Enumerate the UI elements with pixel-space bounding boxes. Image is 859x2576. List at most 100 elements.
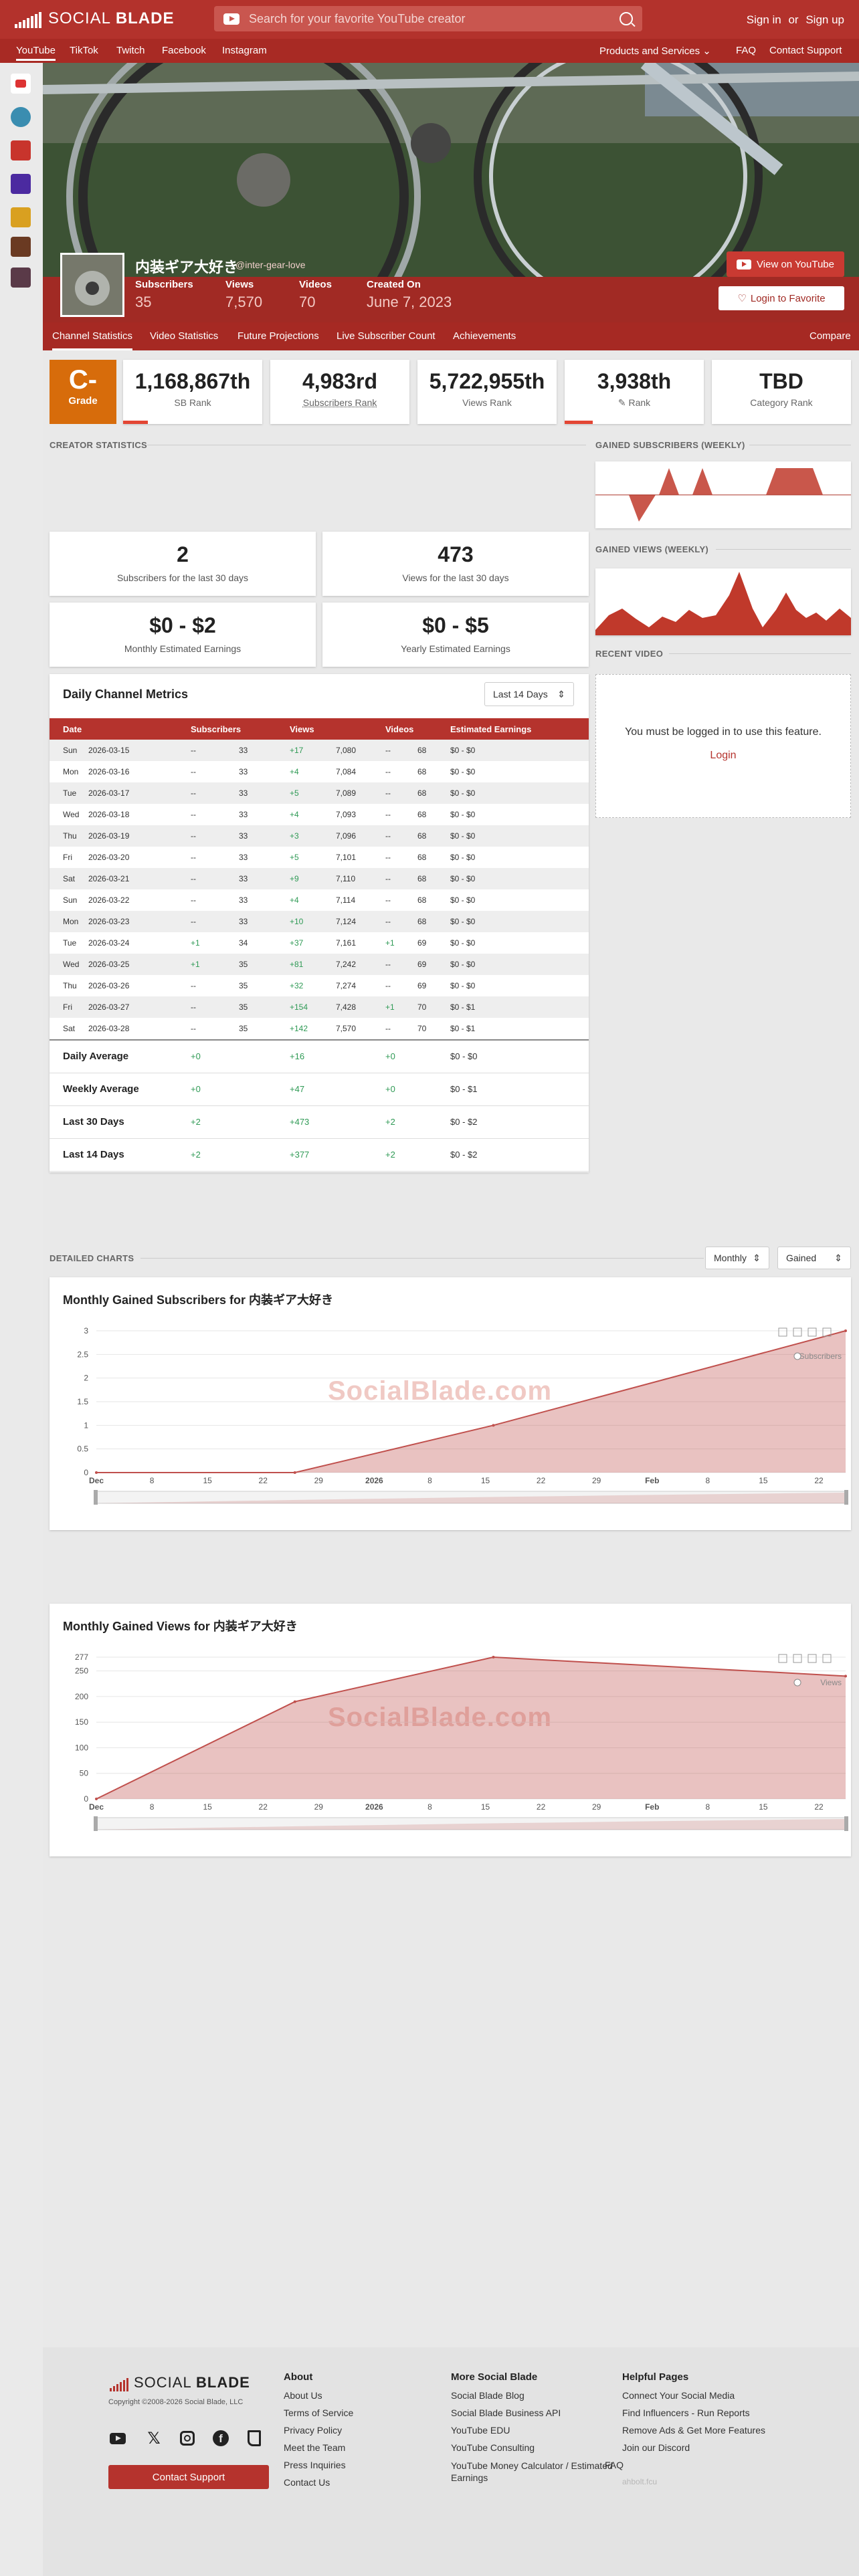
table-row: Sat 2026-03-28 -- 35 +142 7,570 -- 70 $0 - $1 — [50, 1018, 589, 1039]
footer-link[interactable]: Social Blade Blog — [451, 2390, 524, 2401]
cell-earnings-value: $0 - $0 — [450, 767, 476, 776]
youtube-favorite-icon[interactable] — [11, 74, 31, 94]
footer-link[interactable]: Join our Discord — [622, 2442, 690, 2453]
x-tick-label: 22 — [259, 1802, 268, 1812]
cell-weekday: Tue — [63, 938, 77, 948]
cell-earnings: $0 - $0 — [437, 804, 589, 825]
compare-link[interactable]: Compare — [809, 330, 851, 342]
cell-earnings-value: $0 - $0 — [450, 938, 476, 948]
channel-avatar-icon[interactable] — [11, 207, 31, 227]
cell-date: Thu 2026-03-19 — [50, 825, 177, 847]
cell-earnings-value: $0 - $0 — [450, 746, 476, 755]
contact-support-button[interactable]: Contact Support — [108, 2465, 269, 2489]
cell-videos-total: 69 — [417, 960, 427, 969]
tab-video-statistics[interactable]: Video Statistics — [150, 330, 218, 342]
data-point — [844, 1675, 847, 1678]
period-select[interactable]: Monthly ⇕ — [705, 1247, 769, 1269]
nav-facebook[interactable]: Facebook — [162, 45, 206, 56]
footer-link[interactable]: Terms of Service — [284, 2407, 353, 2418]
navigator-handle — [844, 1490, 848, 1505]
footer-logo[interactable]: SOCIAL BLADE — [110, 2374, 250, 2391]
section-title: RECENT VIDEO — [595, 649, 664, 659]
channel-avatar-icon[interactable] — [11, 174, 31, 194]
x-tick-label: 29 — [314, 1476, 324, 1485]
nav-tiktok[interactable]: TikTok — [70, 45, 98, 56]
y-tick-label: 1 — [84, 1420, 88, 1430]
footer-link[interactable]: About Us — [284, 2390, 322, 2401]
nav-youtube[interactable]: YouTube — [16, 45, 56, 61]
channel-avatar-icon[interactable] — [11, 107, 31, 127]
daily-metrics-card: Daily Channel Metrics Last 14 Days ⇕ Date… — [50, 674, 589, 1172]
cell-earnings-value: $0 - $0 — [450, 810, 476, 819]
tab-channel-statistics[interactable]: Channel Statistics — [52, 330, 133, 350]
footer-link[interactable]: Remove Ads & Get More Features — [622, 2425, 765, 2436]
range-select-value: Last 14 Days — [493, 689, 548, 700]
cell-date-value: 2026-03-24 — [88, 938, 130, 948]
instagram-icon[interactable] — [178, 2429, 197, 2448]
footer-link[interactable]: Privacy Policy — [284, 2425, 342, 2436]
login-link[interactable]: Login — [596, 750, 850, 762]
toolbox-icon — [822, 1654, 832, 1663]
rank-value: 4,983rd — [302, 369, 378, 393]
view-on-youtube-button[interactable]: View on YouTube — [727, 251, 844, 277]
cell-subs-total: 35 — [239, 960, 248, 969]
x-tick-label: 8 — [706, 1802, 710, 1812]
nav-twitch[interactable]: Twitch — [116, 45, 145, 56]
channel-avatar-icon[interactable] — [11, 237, 31, 257]
footer-link[interactable]: YouTube Consulting — [451, 2442, 535, 2453]
footer-link[interactable]: Find Influencers - Run Reports — [622, 2407, 750, 2418]
tab-achievements[interactable]: Achievements — [453, 330, 516, 342]
footer-link[interactable]: YouTube EDU — [451, 2425, 510, 2436]
cell-videos: -- 69 — [372, 975, 437, 996]
mode-select[interactable]: Gained ⇕ — [777, 1247, 851, 1269]
average-row: Weekly Average +0 +47 +0 $0 - $1 — [50, 1073, 589, 1106]
search-input[interactable]: Search for your favorite YouTube creator — [214, 6, 642, 31]
nav-contact[interactable]: Contact Support — [769, 45, 842, 56]
login-to-favorite-button[interactable]: ♡ Login to Favorite — [719, 286, 844, 310]
cell-views-total: 7,428 — [336, 1002, 357, 1012]
channel-avatar-icon[interactable] — [11, 140, 31, 160]
footer-link[interactable]: Meet the Team — [284, 2442, 345, 2453]
y-tick-label: 150 — [75, 1717, 88, 1727]
cell-videos-change: +1 — [385, 1002, 395, 1012]
nav-products[interactable]: Products and Services ⌄ — [599, 45, 711, 57]
cell-videos: -- 68 — [372, 740, 437, 761]
footer-logo-text: SOCIAL BLADE — [134, 2374, 250, 2391]
cell-date: Sun 2026-03-22 — [50, 889, 177, 911]
summary-label: Views for the last 30 days — [402, 572, 509, 583]
footer-link[interactable]: Social Blade Business API — [451, 2407, 561, 2418]
range-select[interactable]: Last 14 Days ⇕ — [484, 682, 574, 706]
cell-views-change: +3 — [290, 831, 299, 841]
col-earnings: Estimated Earnings — [437, 718, 589, 740]
nav-instagram[interactable]: Instagram — [222, 45, 267, 56]
nav-faq[interactable]: FAQ — [736, 45, 756, 56]
cell-subscribers: -- 35 — [177, 975, 276, 996]
footer-link[interactable]: Contact Us — [284, 2477, 330, 2488]
x-tick-label: 8 — [150, 1476, 155, 1485]
cell-views-total: 7,242 — [336, 960, 357, 969]
series-area — [96, 1657, 846, 1799]
cell-videos-total: 68 — [417, 895, 427, 905]
footer-link[interactable]: Connect Your Social Media — [622, 2390, 735, 2401]
footer-link[interactable]: FAQ — [605, 2460, 624, 2470]
footer-link[interactable]: Press Inquiries — [284, 2460, 346, 2470]
tab-future-projections[interactable]: Future Projections — [237, 330, 319, 342]
sign-up-link[interactable]: Sign up — [805, 13, 844, 26]
youtube-icon[interactable] — [108, 2429, 127, 2448]
cell-views-total: 7,089 — [336, 788, 357, 798]
cell-videos: -- 68 — [372, 847, 437, 868]
cell-subs-total: 33 — [239, 853, 248, 862]
site-logo[interactable]: SOCIAL BLADE — [15, 9, 174, 28]
facebook-icon[interactable]: f — [211, 2429, 230, 2448]
x-twitter-icon[interactable]: 𝕏 — [145, 2429, 163, 2448]
col-date: Date — [50, 718, 177, 740]
tab-live-subscriber-count[interactable]: Live Subscriber Count — [337, 330, 436, 342]
cell-earnings: $0 - $0 — [437, 847, 589, 868]
channel-avatar-icon[interactable] — [11, 267, 31, 288]
twitch-icon[interactable] — [245, 2429, 264, 2448]
sign-in-link[interactable]: Sign in — [747, 13, 781, 26]
x-tick-label: 15 — [481, 1802, 490, 1812]
cell-views-change: +4 — [290, 810, 299, 819]
toolbox-icon — [793, 1654, 802, 1663]
search-icon[interactable] — [619, 12, 633, 25]
